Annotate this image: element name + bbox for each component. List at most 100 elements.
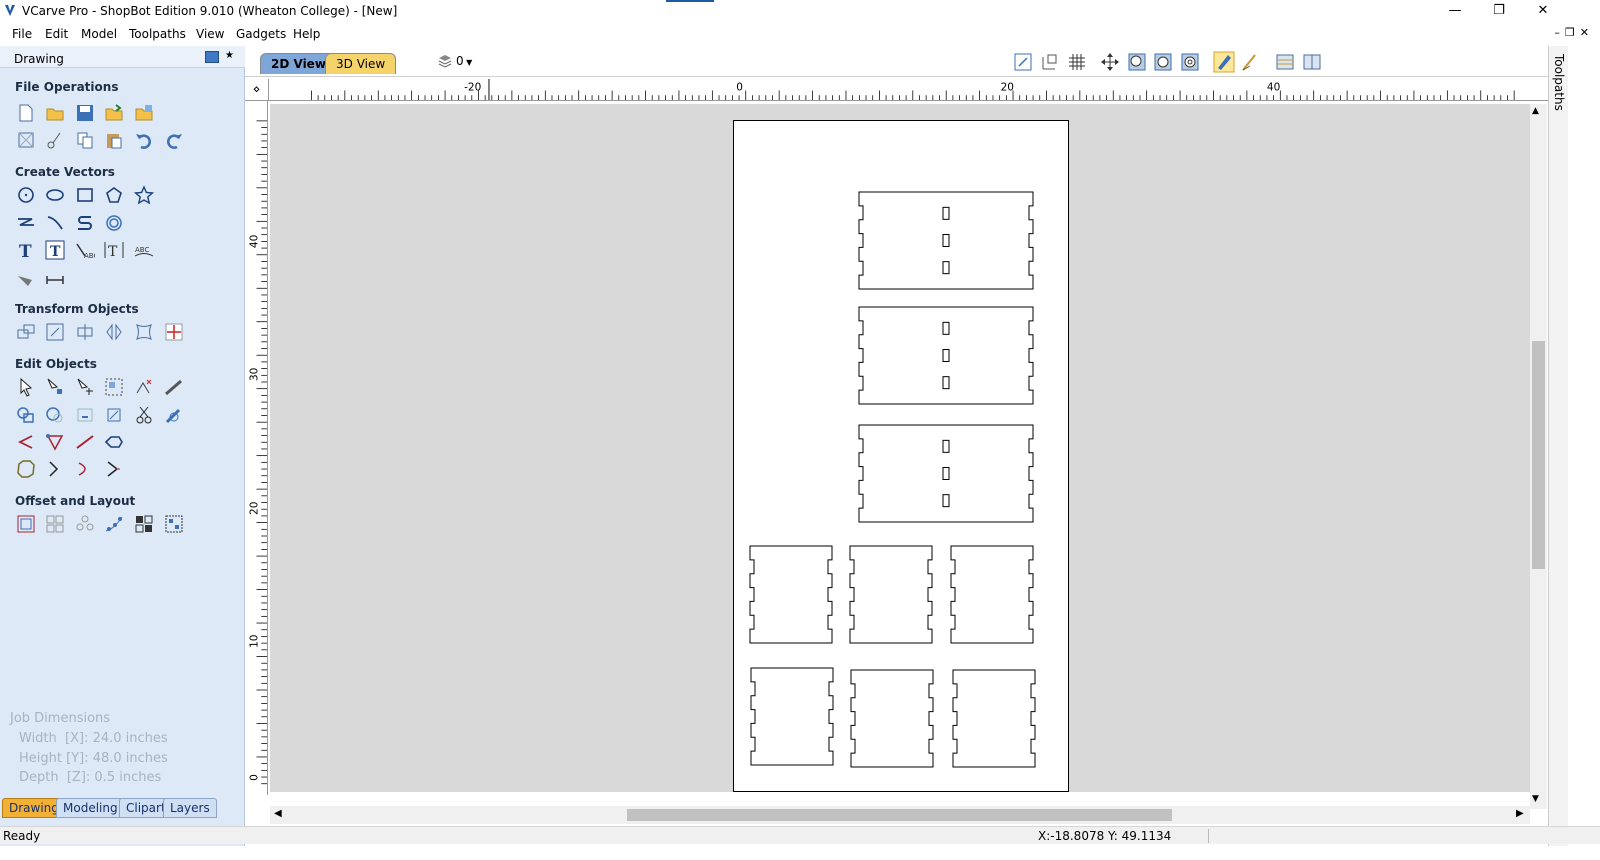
highlight-tool-icon[interactable] (1213, 51, 1235, 73)
text-arc-icon[interactable]: ABC (134, 240, 154, 260)
part-outline[interactable] (950, 545, 1034, 644)
ungroup-icon[interactable] (134, 377, 154, 397)
curve-icon[interactable] (75, 213, 95, 233)
copy-icon[interactable] (75, 130, 95, 150)
part-outline[interactable] (858, 191, 1034, 290)
circular-array-icon[interactable] (75, 514, 95, 534)
panel-toggle-icon[interactable] (205, 51, 219, 63)
group-icon[interactable] (104, 377, 124, 397)
snap-icon[interactable] (1040, 52, 1060, 72)
tab-modeling[interactable]: Modeling (56, 798, 125, 818)
menu-view[interactable]: View (196, 27, 224, 41)
layer-selector[interactable]: 0 ▼ (456, 54, 472, 68)
select-icon[interactable] (16, 377, 36, 397)
node-edit-icon[interactable] (45, 377, 65, 397)
redo-icon[interactable] (164, 130, 184, 150)
star-icon[interactable] (134, 185, 154, 205)
scroll-up-icon[interactable]: ▲ (1532, 106, 1539, 116)
tab-3d-view[interactable]: 3D View (325, 53, 397, 74)
slot-outline[interactable] (942, 349, 950, 362)
mdi-window-controls[interactable]: –❐✕ (1554, 26, 1594, 39)
zoom-box-icon[interactable] (1127, 52, 1147, 72)
text-size-icon[interactable]: T (104, 240, 124, 260)
open-file-icon[interactable] (45, 103, 65, 123)
menu-model[interactable]: Model (81, 27, 117, 41)
nesting-icon[interactable] (134, 514, 154, 534)
toolpaths-dock-label[interactable]: Toolpaths (1552, 54, 1566, 111)
fillet-icon[interactable] (104, 405, 124, 425)
polygon-icon[interactable] (104, 185, 124, 205)
polyline-icon[interactable] (16, 213, 36, 233)
move-icon[interactable] (16, 322, 36, 342)
part-outline[interactable] (858, 306, 1034, 405)
zoom-extents-icon[interactable] (1013, 52, 1033, 72)
measure-icon[interactable] (164, 377, 184, 397)
minimize-button[interactable]: — (1432, 0, 1478, 23)
new-file-icon[interactable] (16, 103, 36, 123)
vertical-scrollbar[interactable]: ▲ ▼ (1530, 104, 1547, 809)
spiral-icon[interactable] (104, 213, 124, 233)
import-icon[interactable] (104, 103, 124, 123)
grid-icon[interactable] (1067, 52, 1087, 72)
menu-edit[interactable]: Edit (45, 27, 68, 41)
material-setup-icon[interactable] (1275, 52, 1295, 72)
circle-icon[interactable] (16, 185, 36, 205)
horizontal-scrollbar[interactable]: ◀ ▶ (270, 806, 1530, 824)
copy-along-vector-icon[interactable] (104, 514, 124, 534)
trim-icon[interactable] (134, 405, 154, 425)
menu-file[interactable]: File (12, 27, 32, 41)
ruler-corner-icon[interactable]: ⋄ (245, 79, 269, 101)
tab-layers[interactable]: Layers (163, 798, 217, 818)
vector-parts[interactable] (733, 120, 1069, 792)
toolpaths-dock[interactable]: Toolpaths (1548, 46, 1568, 846)
scale-icon[interactable] (45, 322, 65, 342)
array-copy-icon[interactable] (45, 514, 65, 534)
cut-icon[interactable] (45, 130, 65, 150)
dimensions-icon[interactable] (45, 268, 65, 288)
set-origin-icon[interactable] (164, 322, 184, 342)
undo-icon[interactable] (134, 130, 154, 150)
slot-outline[interactable] (942, 261, 950, 275)
node-smooth-icon[interactable] (45, 459, 65, 479)
slot-outline[interactable] (942, 376, 950, 390)
curve-fit-icon[interactable] (104, 432, 124, 452)
part-outline[interactable] (858, 424, 1034, 523)
layer-icon[interactable] (437, 53, 453, 69)
node-arc-icon[interactable] (75, 459, 95, 479)
horizontal-scroll-thumb[interactable] (627, 809, 1172, 821)
mirror-icon[interactable] (104, 322, 124, 342)
import-bitmap-icon[interactable] (134, 103, 154, 123)
layout-icon[interactable] (164, 514, 184, 534)
slot-outline[interactable] (942, 321, 950, 335)
extend-icon[interactable] (164, 405, 184, 425)
draw-tabs-icon[interactable] (16, 268, 36, 288)
distort-icon[interactable] (134, 322, 154, 342)
pan-icon[interactable] (1100, 52, 1120, 72)
save-icon[interactable] (75, 103, 95, 123)
menu-toolpaths[interactable]: Toolpaths (129, 27, 186, 41)
job-setup-icon[interactable] (16, 130, 36, 150)
auto-layout-text-icon[interactable]: T (45, 240, 65, 260)
paste-icon[interactable] (104, 130, 124, 150)
scroll-down-icon[interactable]: ▼ (1532, 794, 1539, 804)
zoom-in-icon[interactable] (1153, 52, 1173, 72)
part-outline[interactable] (749, 545, 833, 644)
toolpath-preview-icon[interactable] (1240, 52, 1260, 72)
scroll-right-icon[interactable]: ▶ (1516, 808, 1524, 819)
scroll-left-icon[interactable]: ◀ (274, 808, 282, 819)
menu-help[interactable]: Help (293, 27, 320, 41)
rectangle-icon[interactable] (75, 185, 95, 205)
subtract-icon[interactable] (45, 405, 65, 425)
offset-icon[interactable] (16, 514, 36, 534)
zoom-out-icon[interactable] (1180, 52, 1200, 72)
text-on-curve-icon[interactable]: ABC (75, 240, 95, 260)
align-icon[interactable] (75, 322, 95, 342)
intersect-icon[interactable] (75, 405, 95, 425)
pin-icon[interactable]: ★ (225, 50, 234, 61)
transform-select-icon[interactable] (75, 377, 95, 397)
slot-outline[interactable] (942, 234, 950, 247)
maximize-button[interactable]: ❐ (1476, 0, 1522, 23)
slot-outline[interactable] (942, 494, 950, 508)
ellipse-icon[interactable] (45, 185, 65, 205)
vertical-scroll-thumb[interactable] (1532, 341, 1545, 569)
